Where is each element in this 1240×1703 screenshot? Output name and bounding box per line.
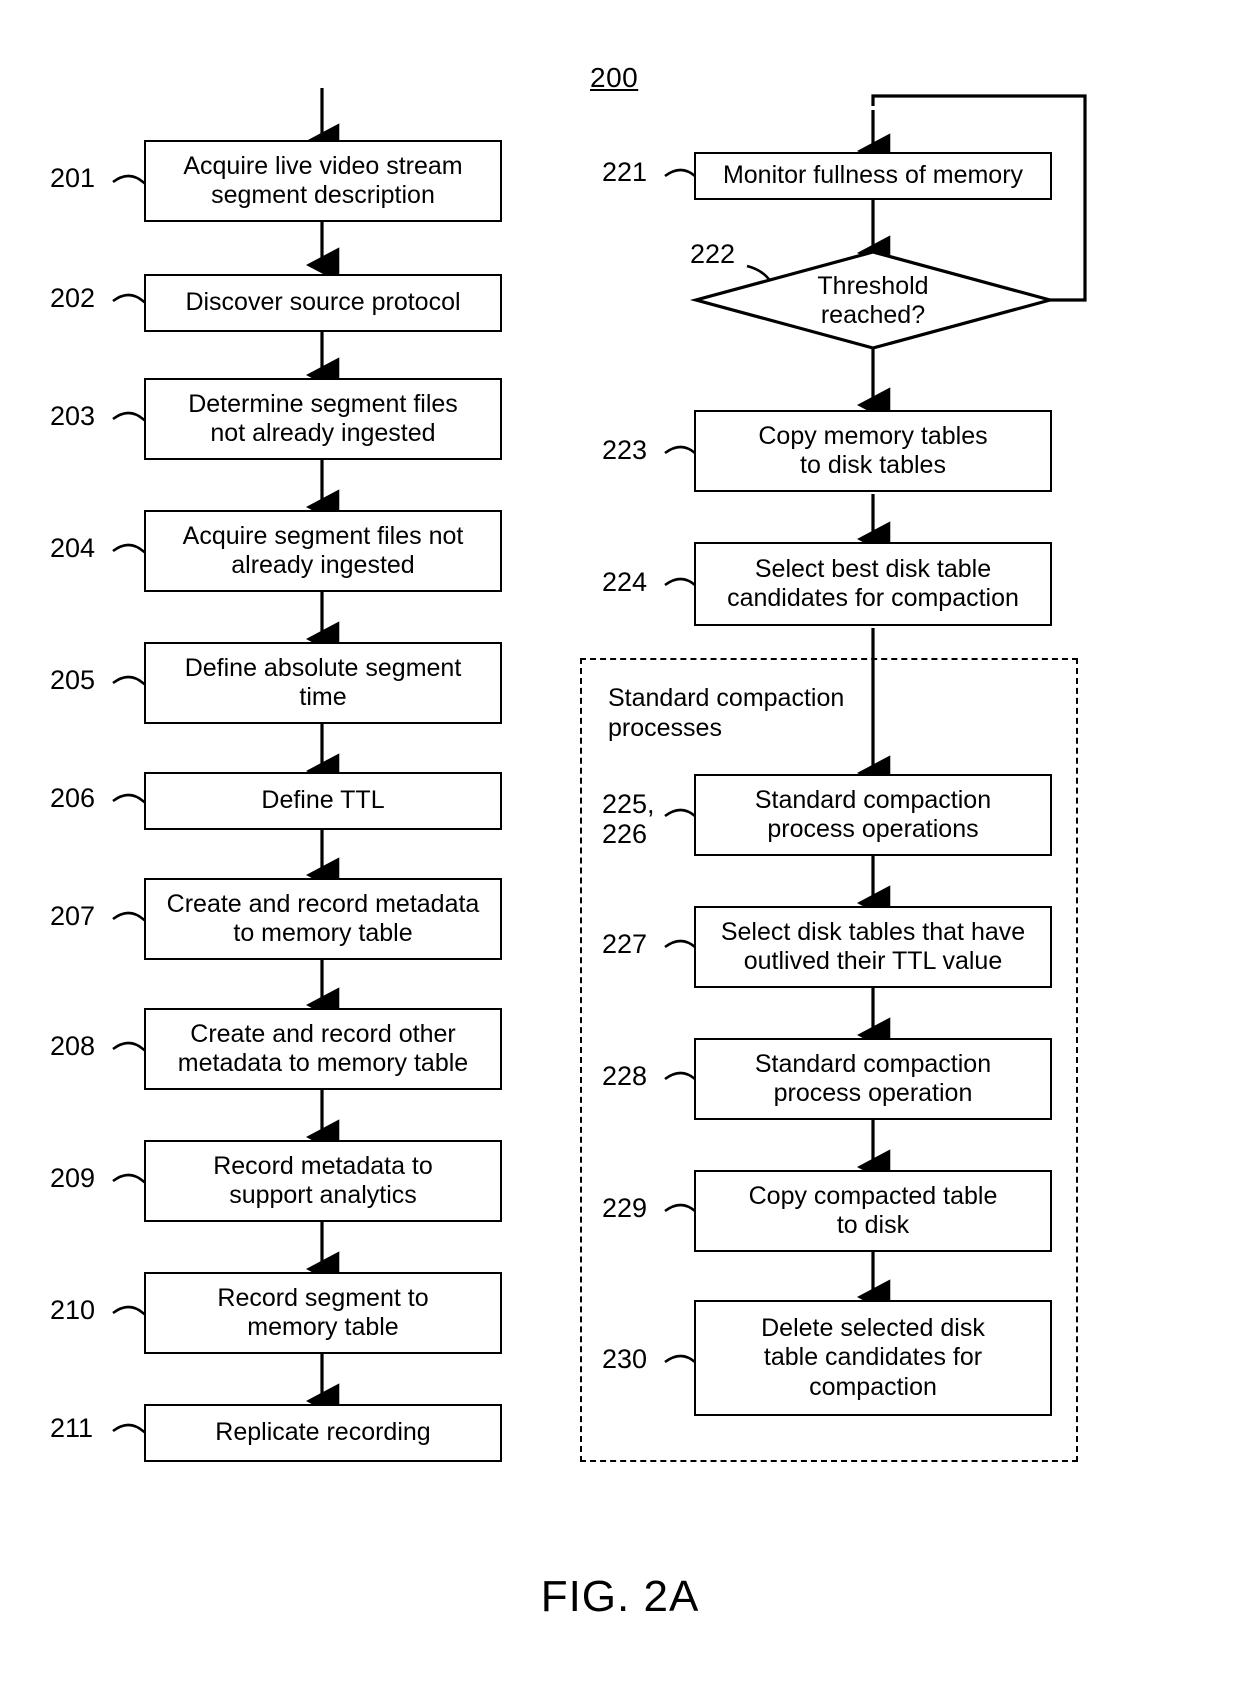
- node-label-210: Record segment to memory table: [217, 1283, 429, 1342]
- ref-label-210: 210: [50, 1295, 96, 1325]
- node-label-205: Define absolute segment time: [184, 653, 462, 712]
- node-label-223: Copy memory tables to disk tables: [758, 421, 988, 480]
- process-node-206: Define TTL: [144, 772, 502, 830]
- ref-label-201: 201: [50, 163, 96, 193]
- node-label-204: Acquire segment files not already ingest…: [182, 521, 464, 580]
- ref-label-206: 206: [50, 783, 96, 813]
- ref-label-223: 223: [602, 435, 648, 465]
- process-node-208: Create and record other metadata to memo…: [144, 1008, 502, 1090]
- node-label-221: Monitor fullness of memory: [722, 161, 1024, 190]
- process-node-207: Create and record metadata to memory tab…: [144, 878, 502, 960]
- ref-label-225-226: 225, 226: [602, 789, 655, 849]
- node-label-227: Select disk tables that have outlived th…: [720, 917, 1026, 976]
- process-node-228: Standard compaction process operation: [694, 1038, 1052, 1120]
- ref-label-204: 204: [50, 533, 96, 563]
- node-label-228: Standard compaction process operation: [754, 1049, 992, 1108]
- ref-label-227: 227: [602, 929, 648, 959]
- ref-label-208: 208: [50, 1031, 96, 1061]
- process-node-230: Delete selected disk table candidates fo…: [694, 1300, 1052, 1416]
- node-label-209: Record metadata to support analytics: [213, 1151, 433, 1210]
- node-label-211: Replicate recording: [215, 1418, 431, 1447]
- node-label-230: Delete selected disk table candidates fo…: [761, 1313, 985, 1401]
- figure-caption: FIG. 2A: [540, 1572, 700, 1621]
- node-label-201: Acquire live video stream segment descri…: [183, 151, 463, 210]
- node-label-229: Copy compacted table to disk: [748, 1181, 998, 1240]
- ref-label-205: 205: [50, 665, 96, 695]
- node-label-208: Create and record other metadata to memo…: [177, 1019, 469, 1078]
- process-node-227: Select disk tables that have outlived th…: [694, 906, 1052, 988]
- process-node-221: Monitor fullness of memory: [694, 152, 1052, 200]
- process-node-202: Discover source protocol: [144, 274, 502, 332]
- diagram-number-200: 200: [590, 62, 639, 93]
- node-label-222: Threshold reached?: [817, 271, 929, 330]
- process-node-224: Select best disk table candidates for co…: [694, 542, 1052, 626]
- ref-label-228: 228: [602, 1061, 648, 1091]
- standard-compaction-group-label: Standard compaction processes: [608, 684, 845, 742]
- figure-canvas: 200 Acquire live video stream segment de…: [0, 0, 1240, 1703]
- ref-label-229: 229: [602, 1193, 648, 1223]
- process-node-223: Copy memory tables to disk tables: [694, 410, 1052, 492]
- process-node-201: Acquire live video stream segment descri…: [144, 140, 502, 222]
- process-node-211: Replicate recording: [144, 1404, 502, 1462]
- ref-label-221: 221: [602, 157, 648, 187]
- process-node-205: Define absolute segment time: [144, 642, 502, 724]
- ref-label-203: 203: [50, 401, 96, 431]
- ref-label-230: 230: [602, 1344, 648, 1374]
- ref-label-209: 209: [50, 1163, 96, 1193]
- process-node-209: Record metadata to support analytics: [144, 1140, 502, 1222]
- decision-node-222: Threshold reached?: [753, 266, 993, 336]
- node-label-206: Define TTL: [261, 786, 385, 815]
- node-label-203: Determine segment files not already inge…: [188, 389, 458, 448]
- node-label-207: Create and record metadata to memory tab…: [166, 889, 480, 948]
- process-node-204: Acquire segment files not already ingest…: [144, 510, 502, 592]
- node-label-225-226: Standard compaction process operations: [754, 785, 992, 844]
- ref-label-222: 222: [690, 239, 736, 269]
- ref-label-224: 224: [602, 567, 648, 597]
- process-node-210: Record segment to memory table: [144, 1272, 502, 1354]
- ref-label-211: 211: [50, 1413, 94, 1443]
- ref-label-202: 202: [50, 283, 96, 313]
- process-node-229: Copy compacted table to disk: [694, 1170, 1052, 1252]
- node-label-224: Select best disk table candidates for co…: [727, 554, 1019, 613]
- process-node-225-226: Standard compaction process operations: [694, 774, 1052, 856]
- ref-label-207: 207: [50, 901, 96, 931]
- node-label-202: Discover source protocol: [185, 288, 461, 317]
- process-node-203: Determine segment files not already inge…: [144, 378, 502, 460]
